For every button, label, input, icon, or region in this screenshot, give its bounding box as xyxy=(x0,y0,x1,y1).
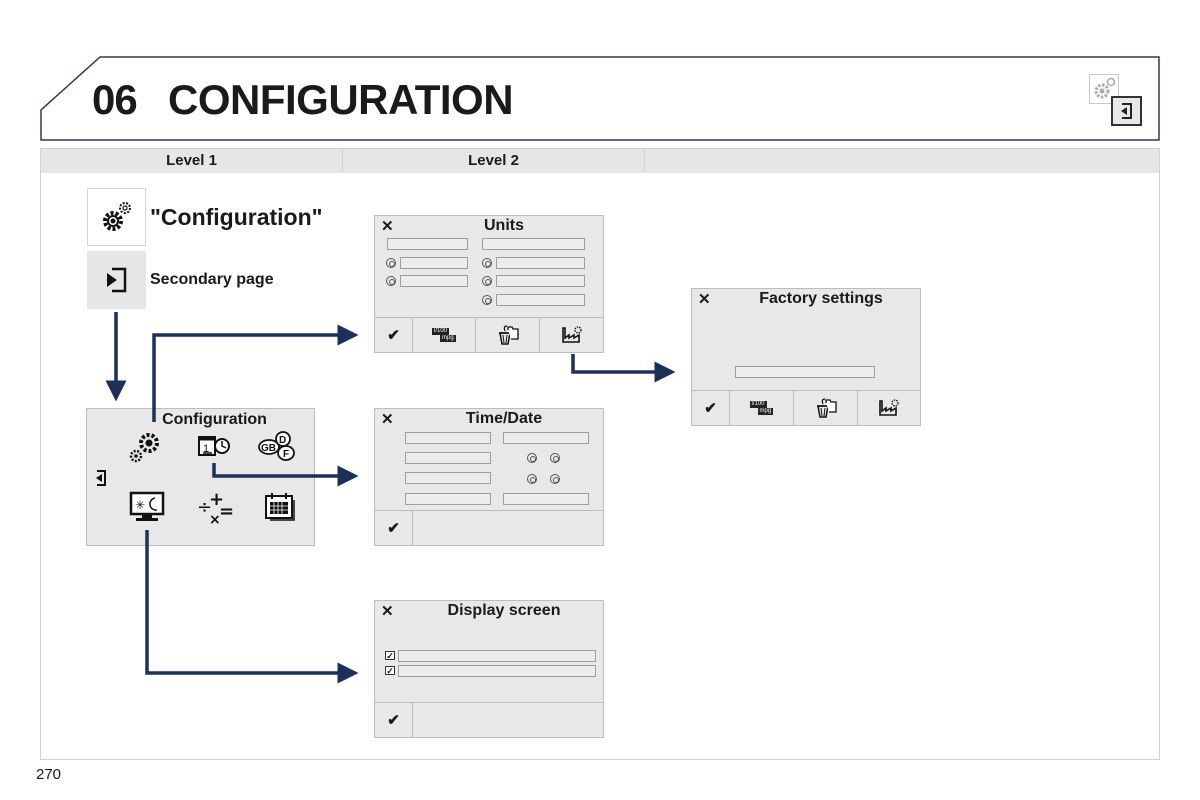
units-field[interactable] xyxy=(400,257,468,269)
factory-toolbar: ✔ l/100 mpg xyxy=(692,390,920,425)
time-date-radio[interactable] xyxy=(527,453,537,463)
time-date-radio[interactable] xyxy=(550,453,560,463)
factory-icon xyxy=(561,326,582,343)
factory-settings-panel: ✕ Factory settings ✔ l/100 mpg xyxy=(691,288,921,426)
chapter-title: CONFIGURATION xyxy=(168,76,514,123)
time-date-radio[interactable] xyxy=(550,474,560,484)
secondary-page-label: Secondary page xyxy=(150,271,274,288)
toolbar-empty xyxy=(413,511,603,545)
time-date-field[interactable] xyxy=(405,452,491,464)
display-checkbox[interactable]: ✓ xyxy=(385,666,395,676)
close-icon[interactable]: ✕ xyxy=(698,290,711,308)
units-mpg-icon: l/100 mpg xyxy=(432,328,456,342)
units-field[interactable] xyxy=(387,238,468,250)
calendar-icon[interactable] xyxy=(262,491,298,528)
svg-text:=: = xyxy=(219,501,234,522)
units-field[interactable] xyxy=(496,257,585,269)
close-icon[interactable]: ✕ xyxy=(381,217,394,235)
display-screen-panel: ✕ Display screen ✓ ✓ ✔ xyxy=(374,600,604,738)
units-field[interactable] xyxy=(400,275,468,287)
display-toolbar: ✔ xyxy=(375,702,603,737)
time-date-toolbar: ✔ xyxy=(375,510,603,545)
svg-text:GB: GB xyxy=(261,443,276,454)
units-radio[interactable] xyxy=(482,295,492,305)
factory-settings-title: Factory settings xyxy=(759,290,883,307)
calendar-clock-icon[interactable]: 1 xyxy=(197,433,233,466)
time-date-field[interactable] xyxy=(503,493,589,505)
units-radio[interactable] xyxy=(386,276,396,286)
units-field[interactable] xyxy=(496,275,585,287)
time-date-field[interactable] xyxy=(405,472,491,484)
close-icon[interactable]: ✕ xyxy=(381,410,394,428)
svg-text:F: F xyxy=(283,449,289,460)
time-date-field[interactable] xyxy=(503,432,589,444)
units-field[interactable] xyxy=(482,238,585,250)
column-level-1: Level 1 xyxy=(41,149,343,173)
units-mpg-button[interactable]: l/100 mpg xyxy=(413,318,476,352)
toolbar-empty xyxy=(413,703,603,737)
confirm-button[interactable]: ✔ xyxy=(692,391,730,425)
language-icon[interactable]: GB D F xyxy=(257,429,299,468)
chapter-header-frame xyxy=(40,56,1160,141)
time-date-radio[interactable] xyxy=(527,474,537,484)
svg-text:×: × xyxy=(209,512,221,525)
svg-text:D: D xyxy=(279,435,286,446)
secondary-page-button[interactable] xyxy=(87,251,146,309)
confirm-button[interactable]: ✔ xyxy=(375,318,413,352)
units-toolbar: ✔ l/100 mpg xyxy=(375,317,603,352)
secondary-page-icon xyxy=(106,267,126,293)
configuration-screen-title: Configuration xyxy=(162,411,267,428)
units-title: Units xyxy=(484,217,524,234)
column-level-3 xyxy=(645,149,1159,173)
display-checkbox[interactable]: ✓ xyxy=(385,651,395,661)
units-radio[interactable] xyxy=(386,258,396,268)
calculator-icon[interactable]: ÷ + = × xyxy=(197,489,235,530)
restore-icon xyxy=(498,325,519,345)
display-option-field[interactable] xyxy=(398,665,596,677)
units-radio[interactable] xyxy=(482,276,492,286)
factory-settings-field[interactable] xyxy=(735,366,875,378)
confirm-button[interactable]: ✔ xyxy=(375,511,413,545)
time-date-title: Time/Date xyxy=(465,410,543,427)
header-secondary-page-icon xyxy=(1111,96,1142,126)
close-icon[interactable]: ✕ xyxy=(381,602,394,620)
display-option-field[interactable] xyxy=(398,650,596,662)
units-field[interactable] xyxy=(496,294,585,306)
back-secondary-icon[interactable] xyxy=(92,469,108,492)
column-level-2: Level 2 xyxy=(343,149,645,173)
units-panel: ✕ Units ✔ l/100 mpg xyxy=(374,215,604,353)
page-number: 270 xyxy=(36,766,62,783)
gears-icon[interactable] xyxy=(127,429,163,470)
factory-settings-button[interactable] xyxy=(858,391,920,425)
display-day-night-icon[interactable]: ✳ xyxy=(129,491,165,528)
units-mpg-button[interactable]: l/100 mpg xyxy=(730,391,794,425)
check-icon: ✔ xyxy=(704,400,717,417)
time-date-panel: ✕ Time/Date ✔ xyxy=(374,408,604,546)
check-icon: ✔ xyxy=(387,520,400,537)
check-icon: ✔ xyxy=(387,712,400,729)
chapter-number: 06 xyxy=(92,76,138,123)
svg-text:✳: ✳ xyxy=(135,498,145,512)
restore-button[interactable] xyxy=(794,391,858,425)
units-radio[interactable] xyxy=(482,258,492,268)
restore-button[interactable] xyxy=(476,318,540,352)
configuration-menu-button[interactable] xyxy=(87,188,146,246)
units-mpg-icon: l/100 mpg xyxy=(749,401,774,415)
configuration-menu-label: "Configuration" xyxy=(150,204,323,230)
gears-icon xyxy=(102,202,131,231)
time-date-field[interactable] xyxy=(405,493,491,505)
configuration-screen: Configuration 1 GB D F ✳ ÷ + = × xyxy=(86,408,315,546)
restore-icon xyxy=(816,398,837,418)
time-date-field[interactable] xyxy=(405,432,491,444)
check-icon: ✔ xyxy=(387,327,400,344)
display-screen-title: Display screen xyxy=(447,602,561,619)
factory-icon xyxy=(879,399,899,416)
confirm-button[interactable]: ✔ xyxy=(375,703,413,737)
level-header-bar: Level 1 Level 2 xyxy=(41,149,1159,173)
factory-settings-button[interactable] xyxy=(540,318,603,352)
